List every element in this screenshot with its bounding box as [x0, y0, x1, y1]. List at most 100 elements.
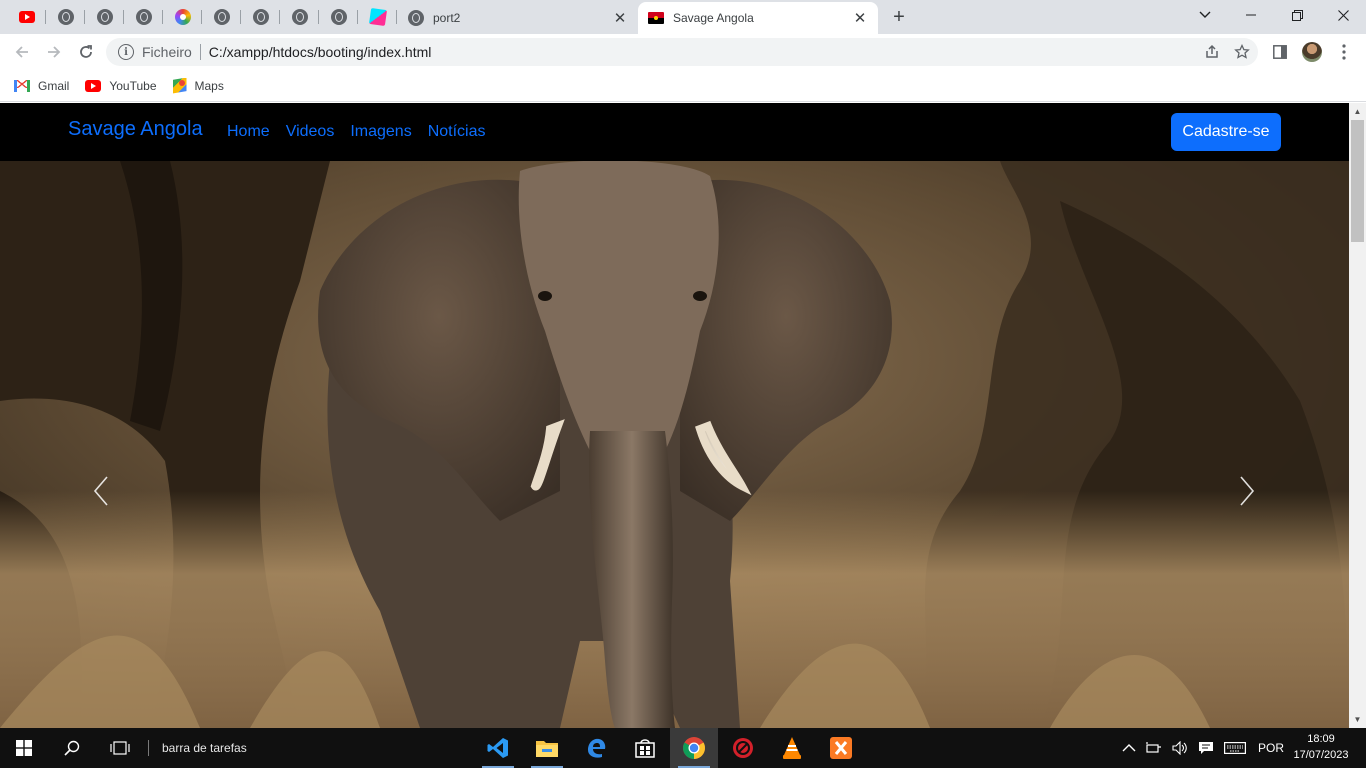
elephant-photo [0, 161, 1349, 728]
reload-button[interactable] [72, 38, 100, 66]
nav-link-noticias[interactable]: Notícias [420, 123, 494, 141]
page-scrollbar[interactable]: ▲ ▼ [1349, 103, 1366, 728]
network-icon[interactable] [1146, 741, 1162, 755]
pinned-tab-1[interactable] [47, 4, 85, 30]
globe-icon [292, 9, 308, 25]
omnibox-actions [1204, 38, 1250, 66]
chrome-icon [683, 737, 705, 759]
nav-link-videos[interactable]: Videos [278, 123, 343, 141]
divider [199, 44, 201, 60]
tab-port2[interactable]: port2 ✕ [398, 2, 638, 34]
volume-icon[interactable] [1172, 741, 1188, 755]
pinned-tab-4[interactable] [164, 4, 202, 30]
pinned-tab-9[interactable] [359, 4, 397, 30]
forward-button[interactable] [40, 38, 68, 66]
scroll-up-icon[interactable]: ▲ [1349, 103, 1366, 120]
file-explorer-icon [536, 741, 558, 757]
store-icon [635, 739, 655, 758]
tab-search-button[interactable] [1182, 0, 1228, 30]
restore-button[interactable] [1274, 0, 1320, 30]
search-button[interactable] [48, 728, 96, 768]
signup-button[interactable]: Cadastre-se [1171, 113, 1281, 151]
tab-savage-angola[interactable]: Savage Angola ✕ [638, 2, 878, 34]
bookmark-maps[interactable]: Maps [172, 77, 224, 94]
close-icon[interactable]: ✕ [852, 10, 868, 27]
pinned-tab-2[interactable] [86, 4, 124, 30]
new-tab-button[interactable]: + [886, 6, 912, 28]
cube-icon [368, 7, 388, 27]
star-icon[interactable] [1234, 44, 1250, 60]
back-button[interactable] [8, 38, 36, 66]
scrollbar-thumb[interactable] [1351, 120, 1364, 242]
close-window-button[interactable] [1320, 0, 1366, 30]
site-navbar: Savage Angola Home Videos Imagens Notíci… [0, 103, 1349, 161]
task-view-button[interactable] [96, 728, 144, 768]
tab-title: Savage Angola [673, 11, 754, 25]
browser-menu-button[interactable] [1334, 42, 1354, 62]
url-text[interactable]: C:/xampp/htdocs/booting/index.html [209, 44, 432, 60]
nav-link-home[interactable]: Home [219, 123, 278, 141]
taskbar-app-vlc[interactable] [768, 728, 816, 768]
pinned-tab-5[interactable] [203, 4, 241, 30]
bookmark-label: Gmail [38, 78, 70, 93]
pinned-tab-6[interactable] [242, 4, 280, 30]
chevron-down-icon [1199, 11, 1211, 18]
taskbar-clock[interactable]: 18:09 17/07/2023 [1286, 731, 1356, 763]
pinned-tab-8[interactable] [320, 4, 358, 30]
bookmark-label: Maps [194, 78, 224, 93]
nav-link-imagens[interactable]: Imagens [342, 123, 419, 141]
edge-icon [588, 738, 606, 758]
carousel-prev-button[interactable] [71, 461, 131, 521]
bookmark-youtube[interactable]: YouTube [85, 79, 157, 93]
close-icon[interactable]: ✕ [612, 10, 628, 27]
pinned-tab-7[interactable] [281, 4, 319, 30]
restore-icon [1291, 9, 1303, 21]
scroll-down-icon[interactable]: ▼ [1349, 711, 1366, 728]
pinned-tab-youtube[interactable] [8, 4, 46, 30]
bookmark-gmail[interactable]: Gmail [14, 79, 69, 93]
site-brand[interactable]: Savage Angola [68, 118, 203, 141]
minimize-button[interactable] [1228, 0, 1274, 30]
share-icon[interactable] [1204, 44, 1220, 60]
globe-icon [58, 9, 74, 25]
clock-date: 17/07/2023 [1293, 749, 1349, 761]
windows-logo-icon [16, 740, 32, 756]
globe-icon [136, 9, 152, 25]
taskbar-app-store[interactable] [621, 728, 669, 768]
chevron-up-icon[interactable] [1122, 743, 1136, 753]
minimize-icon [1246, 14, 1256, 16]
start-button[interactable] [0, 728, 48, 768]
taskbar-toolbar-label[interactable]: barra de tarefas [148, 728, 247, 768]
reload-icon [80, 45, 92, 58]
taskbar-app-antivirus[interactable] [719, 728, 767, 768]
globe-icon [253, 9, 269, 25]
browser-tab-strip: port2 ✕ Savage Angola ✕ + [0, 0, 1366, 34]
keyboard-icon[interactable] [1224, 742, 1246, 754]
taskbar-app-file-explorer[interactable] [523, 728, 571, 768]
profile-avatar[interactable] [1302, 42, 1322, 62]
youtube-icon [85, 79, 102, 92]
taskbar-app-vscode[interactable] [474, 728, 522, 768]
chevron-left-icon [93, 476, 108, 506]
globe-icon [214, 9, 230, 25]
gmail-icon [14, 79, 30, 92]
taskbar-app-edge[interactable] [572, 728, 620, 768]
side-panel-button[interactable] [1270, 42, 1290, 62]
xampp-icon [830, 737, 852, 759]
taskbar-app-xampp[interactable] [817, 728, 865, 768]
input-language[interactable]: POR [1258, 741, 1284, 755]
arrow-left-icon [15, 46, 28, 58]
chevron-right-icon [1240, 476, 1255, 506]
side-panel-icon [1273, 45, 1287, 59]
system-tray: POR [1122, 728, 1284, 768]
pinned-tab-3[interactable] [125, 4, 163, 30]
notification-icon[interactable] [1198, 741, 1214, 755]
tab-title: port2 [433, 11, 461, 25]
antivirus-icon [733, 738, 753, 758]
arrow-right-icon [48, 46, 61, 58]
address-bar[interactable]: i Ficheiro C:/xampp/htdocs/booting/index… [106, 38, 1258, 66]
taskbar-app-chrome[interactable] [670, 728, 718, 768]
vlc-icon [783, 737, 801, 759]
info-icon[interactable]: i [118, 44, 134, 60]
carousel-next-button[interactable] [1217, 461, 1277, 521]
